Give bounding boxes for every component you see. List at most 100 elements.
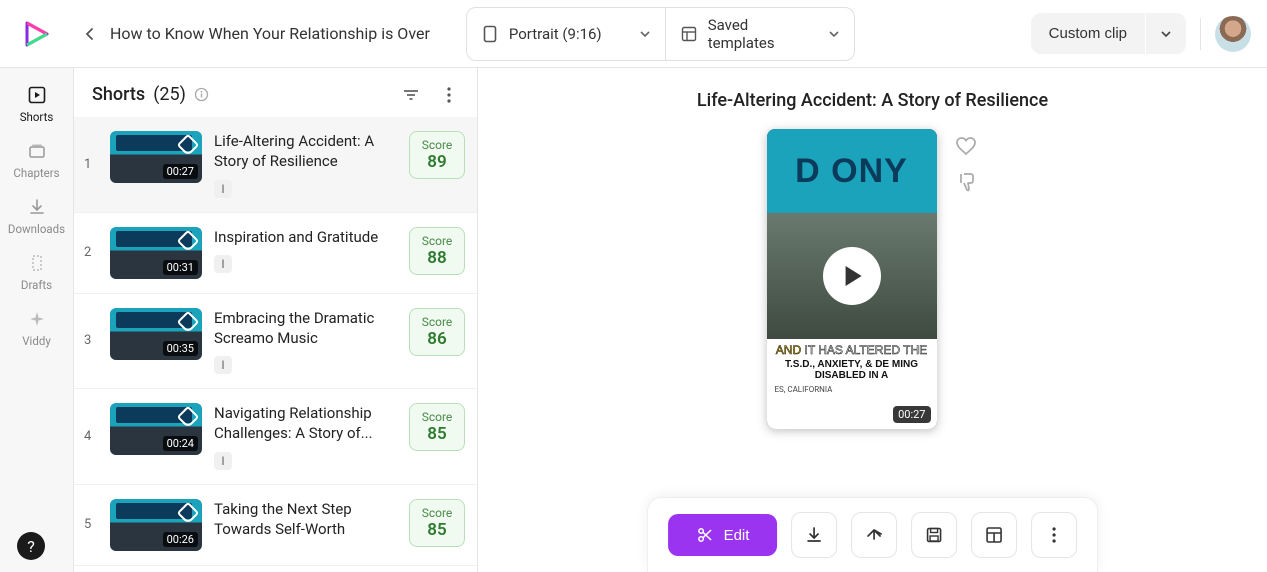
divider <box>1200 18 1201 50</box>
caption-line-2: T.S.D., ANXIETY, & DE MING DISABLED IN A <box>773 359 931 381</box>
preview-duration: 00:27 <box>893 406 930 423</box>
text-cursor-icon[interactable]: I <box>214 356 232 374</box>
short-thumbnail[interactable]: 00:26 <box>110 499 202 551</box>
duration-badge: 00:27 <box>163 164 198 179</box>
rail-label: Chapters <box>13 166 59 180</box>
short-title: Inspiration and Gratitude <box>214 227 397 247</box>
custom-clip-button[interactable]: Custom clip <box>1031 13 1145 54</box>
preview-overlay-text: D ONY <box>767 129 937 213</box>
short-row[interactable]: 1 00:27 Life-Altering Accident: A Story … <box>74 117 477 213</box>
short-index: 4 <box>84 429 98 444</box>
score-label: Score <box>420 506 454 520</box>
template-dropdown[interactable]: Saved templates <box>665 7 855 61</box>
short-row[interactable]: 5 00:26 Taking the Next Step Towards Sel… <box>74 485 477 566</box>
score-label: Score <box>420 138 454 152</box>
sparkle-icon <box>26 308 48 330</box>
share-button[interactable] <box>851 512 897 558</box>
user-avatar[interactable] <box>1215 16 1251 52</box>
back-button[interactable] <box>80 24 100 44</box>
caption-line-1: AND IT HAS ALTERED THE <box>773 343 931 357</box>
score-badge: Score 85 <box>409 403 465 451</box>
short-index: 2 <box>84 245 98 260</box>
short-row[interactable]: 3 00:35 Embracing the Dramatic Screamo M… <box>74 294 477 390</box>
rail-item-viddy[interactable]: Viddy <box>7 300 67 356</box>
aspect-ratio-dropdown[interactable]: Portrait (9:16) <box>466 7 666 61</box>
short-thumbnail[interactable]: 00:24 <box>110 403 202 455</box>
dislike-button[interactable] <box>953 169 979 195</box>
score-value: 89 <box>420 152 454 172</box>
top-bar: How to Know When Your Relationship is Ov… <box>0 0 1267 68</box>
preview-area: Life-Altering Accident: A Story of Resil… <box>478 68 1267 572</box>
short-thumbnail[interactable]: 00:31 <box>110 227 202 279</box>
rail-label: Downloads <box>8 222 65 236</box>
shorts-header: Shorts (25) <box>74 68 477 117</box>
short-thumbnail[interactable]: 00:35 <box>110 308 202 360</box>
short-title: Life-Altering Accident: A Story of Resil… <box>214 131 397 172</box>
edit-button[interactable]: Edit <box>668 514 778 556</box>
short-title: Embracing the Dramatic Screamo Music <box>214 308 397 349</box>
shorts-title: Shorts <box>92 84 145 105</box>
shorts-panel: Shorts (25) 1 00:27 Life-Altering Acciden… <box>74 68 478 572</box>
video-preview[interactable]: D ONY AND IT HAS ALTERED THE T.S.D., ANX… <box>767 129 937 429</box>
duration-badge: 00:35 <box>163 341 198 356</box>
short-index: 3 <box>84 333 98 348</box>
custom-clip-dropdown[interactable] <box>1146 13 1186 54</box>
breadcrumb-title: How to Know When Your Relationship is Ov… <box>110 24 430 43</box>
short-row[interactable]: 2 00:31 Inspiration and Gratitude I Scor… <box>74 213 477 294</box>
score-label: Score <box>420 410 454 424</box>
score-badge: Score 86 <box>409 308 465 356</box>
score-badge: Score 88 <box>409 227 465 275</box>
shorts-icon <box>26 84 48 106</box>
custom-clip-group: Custom clip <box>1031 13 1186 54</box>
short-row[interactable]: 4 00:24 Navigating Relationship Challeng… <box>74 389 477 485</box>
score-label: Score <box>420 315 454 329</box>
filter-button[interactable] <box>401 85 421 105</box>
short-title: Taking the Next Step Towards Self-Worth <box>214 499 397 540</box>
layout-button[interactable] <box>971 512 1017 558</box>
location-text: ES, CALIFORNIA <box>773 385 931 394</box>
portrait-icon <box>481 25 499 43</box>
download-button[interactable] <box>791 512 837 558</box>
short-thumbnail[interactable]: 00:27 <box>110 131 202 183</box>
text-cursor-icon[interactable]: I <box>214 452 232 470</box>
duration-badge: 00:26 <box>163 532 198 547</box>
left-rail: Shorts Chapters Downloads Drafts Viddy ? <box>0 68 74 572</box>
aspect-ratio-label: Portrait (9:16) <box>509 25 602 43</box>
download-icon <box>26 196 48 218</box>
score-badge: Score 89 <box>409 131 465 179</box>
save-button[interactable] <box>911 512 957 558</box>
action-bar: Edit <box>647 497 1099 572</box>
rail-item-shorts[interactable]: Shorts <box>7 76 67 132</box>
scissors-icon <box>696 526 714 544</box>
score-value: 85 <box>420 424 454 444</box>
chevron-down-icon <box>828 28 840 40</box>
like-button[interactable] <box>953 133 979 159</box>
more-button[interactable] <box>439 85 459 105</box>
more-actions-button[interactable] <box>1031 512 1077 558</box>
chevron-down-icon <box>639 28 651 40</box>
duration-badge: 00:24 <box>163 436 198 451</box>
short-title: Navigating Relationship Challenges: A St… <box>214 403 397 444</box>
edit-label: Edit <box>724 527 750 544</box>
rail-label: Drafts <box>21 278 52 292</box>
chapters-icon <box>26 140 48 162</box>
score-value: 88 <box>420 248 454 268</box>
rail-label: Shorts <box>20 110 54 124</box>
rail-item-downloads[interactable]: Downloads <box>7 188 67 244</box>
app-logo[interactable] <box>16 14 56 54</box>
text-cursor-icon[interactable]: I <box>214 180 232 198</box>
info-icon[interactable] <box>194 87 210 103</box>
rail-item-drafts[interactable]: Drafts <box>7 244 67 300</box>
drafts-icon <box>26 252 48 274</box>
rail-item-chapters[interactable]: Chapters <box>7 132 67 188</box>
preview-title: Life-Altering Accident: A Story of Resil… <box>697 90 1048 111</box>
score-value: 86 <box>420 329 454 349</box>
play-icon <box>845 266 861 286</box>
template-icon <box>680 25 698 43</box>
short-index: 1 <box>84 157 98 172</box>
rail-label: Viddy <box>22 334 51 348</box>
shorts-count: (25) <box>153 84 186 105</box>
text-cursor-icon[interactable]: I <box>214 255 232 273</box>
score-badge: Score 85 <box>409 499 465 547</box>
help-button[interactable]: ? <box>17 532 45 560</box>
